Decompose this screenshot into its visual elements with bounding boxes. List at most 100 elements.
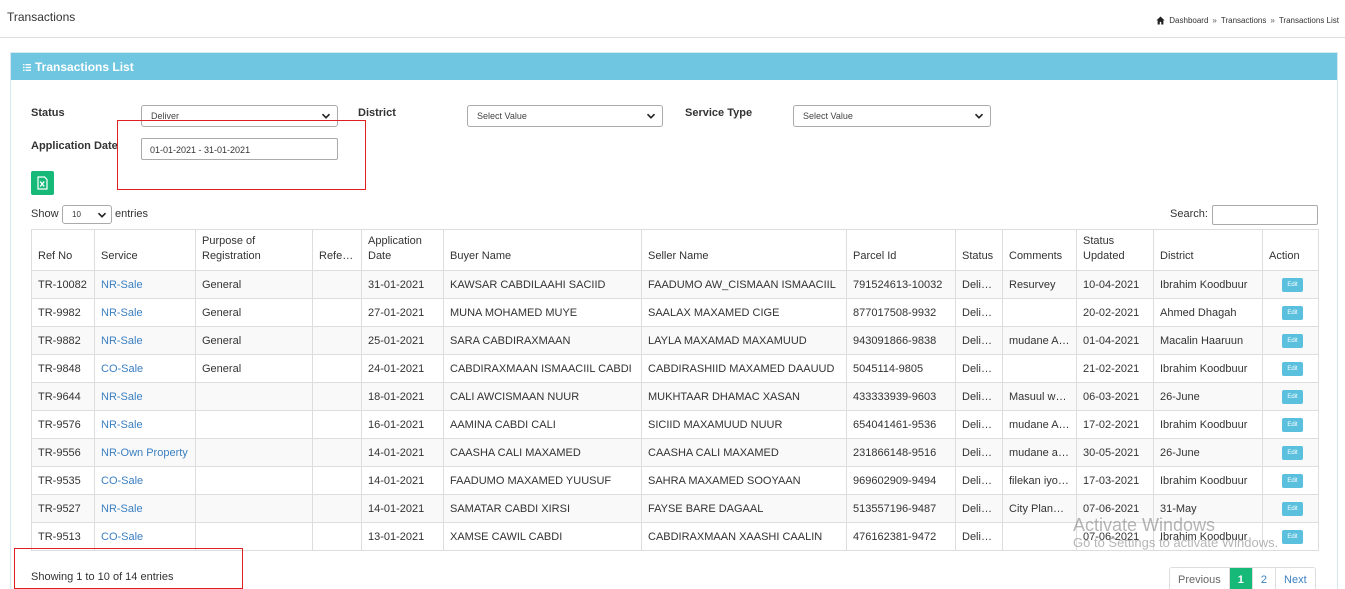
column-header-purpose[interactable]: Purpose of Registration <box>195 229 313 271</box>
service-link[interactable]: NR-Sale <box>101 419 143 431</box>
cell-service: CO-Sale <box>94 522 196 551</box>
cell-action: Edit <box>1262 494 1319 523</box>
cell-application-date: 14-01-2021 <box>361 494 444 523</box>
cell-comments: filekan iyo ... <box>1002 466 1077 495</box>
service-link[interactable]: NR-Sale <box>101 307 143 319</box>
edit-button[interactable]: Edit <box>1282 474 1303 488</box>
cell-ref-no: TR-9882 <box>31 326 95 355</box>
table-row: TR-9535 CO-Sale 14-01-2021 FAADUMO MAXAMED … <box>31 466 1319 495</box>
cell-status-updated: 07-06-2021 <box>1076 522 1154 551</box>
cell-parcel-id: 5045114-9805 <box>846 354 956 383</box>
column-header-status-updated[interactable]: Status Updated <box>1076 229 1154 271</box>
cell-buyer-name: SARA CABDIRAXMAAN <box>443 326 642 355</box>
breadcrumb-transactions-list: Transactions List <box>1278 16 1339 25</box>
table-row: TR-9556 NR-Own Property 14-01-2021 CAASHA C… <box>31 438 1319 467</box>
cell-seller-name: CAASHA CALI MAXAMED <box>641 438 847 467</box>
cell-comments <box>1002 298 1077 327</box>
pagination-next[interactable]: Next <box>1276 568 1315 589</box>
entries-per-page-select[interactable]: 10 <box>62 205 112 224</box>
column-header-service[interactable]: Service <box>94 229 196 271</box>
cell-comments: mudane Ag... <box>1002 410 1077 439</box>
cell-action: Edit <box>1262 438 1319 467</box>
column-header-parcel-id[interactable]: Parcel Id <box>846 229 956 271</box>
cell-referral <box>312 438 362 467</box>
cell-ref-no: TR-9576 <box>31 410 95 439</box>
edit-button[interactable]: Edit <box>1282 446 1303 460</box>
cell-buyer-name: FAADUMO MAXAMED YUUSUF <box>443 466 642 495</box>
edit-button[interactable]: Edit <box>1282 334 1303 348</box>
breadcrumb-transactions[interactable]: Transactions <box>1221 16 1267 25</box>
service-type-select[interactable]: Select Value <box>793 105 991 127</box>
column-header-status[interactable]: Status <box>955 229 1003 271</box>
service-link[interactable]: CO-Sale <box>101 363 143 375</box>
cell-district: Ibrahim Koodbuur <box>1153 270 1263 299</box>
column-header-district[interactable]: District <box>1153 229 1263 271</box>
cell-seller-name: SAHRA MAXAMED SOOYAAN <box>641 466 847 495</box>
service-link[interactable]: CO-Sale <box>101 531 143 543</box>
cell-service: NR-Own Property <box>94 438 196 467</box>
service-link[interactable]: NR-Sale <box>101 335 143 347</box>
search-input[interactable] <box>1212 205 1318 225</box>
column-header-ref-no[interactable]: Ref No <box>31 229 95 271</box>
edit-button[interactable]: Edit <box>1282 502 1303 516</box>
breadcrumb-separator: » <box>1212 16 1217 25</box>
chevron-down-icon <box>646 113 656 119</box>
cell-service: CO-Sale <box>94 466 196 495</box>
district-select[interactable]: Select Value <box>467 105 663 127</box>
cell-district: Macalin Haaruun <box>1153 326 1263 355</box>
cell-district: 26-June <box>1153 438 1263 467</box>
cell-buyer-name: SAMATAR CABDI XIRSI <box>443 494 642 523</box>
cell-referral <box>312 270 362 299</box>
cell-status-updated: 06-03-2021 <box>1076 382 1154 411</box>
service-type-label: Service Type <box>685 107 753 119</box>
cell-purpose: General <box>195 298 313 327</box>
cell-district: Ibrahim Koodbuur <box>1153 522 1263 551</box>
table-row: TR-9848 CO-Sale General 24-01-2021 CABDIRAXM… <box>31 354 1319 383</box>
cell-service: NR-Sale <box>94 270 196 299</box>
column-header-application-date[interactable]: Application Date <box>361 229 444 271</box>
cell-purpose <box>195 438 313 467</box>
edit-button[interactable]: Edit <box>1282 278 1303 292</box>
cell-status: Deliver <box>955 382 1003 411</box>
edit-button[interactable]: Edit <box>1282 390 1303 404</box>
column-header-action[interactable]: Action <box>1262 229 1319 271</box>
column-header-comments[interactable]: Comments <box>1002 229 1077 271</box>
edit-button[interactable]: Edit <box>1282 306 1303 320</box>
table-row: TR-9527 NR-Sale 14-01-2021 SAMATAR CABDI XI… <box>31 494 1319 523</box>
district-select-value: Select Value <box>477 111 527 121</box>
cell-seller-name: LAYLA MAXAMAD MAXAMUUD <box>641 326 847 355</box>
cell-district: Ibrahim Koodbuur <box>1153 466 1263 495</box>
cell-application-date: 16-01-2021 <box>361 410 444 439</box>
cell-action: Edit <box>1262 298 1319 327</box>
cell-comments <box>1002 354 1077 383</box>
service-link[interactable]: NR-Sale <box>101 279 143 291</box>
cell-referral <box>312 326 362 355</box>
cell-ref-no: TR-9535 <box>31 466 95 495</box>
pagination-page-1[interactable]: 1 <box>1229 568 1253 589</box>
service-link[interactable]: CO-Sale <box>101 475 143 487</box>
table-row: TR-9882 NR-Sale General 25-01-2021 SARA CABD… <box>31 326 1319 355</box>
pagination-page-2[interactable]: 2 <box>1252 568 1277 589</box>
edit-button[interactable]: Edit <box>1282 418 1303 432</box>
cell-application-date: 27-01-2021 <box>361 298 444 327</box>
service-link[interactable]: NR-Own Property <box>101 447 188 459</box>
cell-seller-name: CABDIRAXMAAN XAASHI CAALIN <box>641 522 847 551</box>
cell-purpose: General <box>195 354 313 383</box>
edit-button[interactable]: Edit <box>1282 530 1303 544</box>
breadcrumb-dashboard[interactable]: Dashboard <box>1169 16 1208 25</box>
search-label: Search: <box>1170 208 1208 220</box>
cell-purpose <box>195 494 313 523</box>
column-header-referral[interactable]: Referral <box>312 229 362 271</box>
export-excel-button[interactable] <box>31 171 54 195</box>
service-link[interactable]: NR-Sale <box>101 391 143 403</box>
cell-ref-no: TR-9644 <box>31 382 95 411</box>
service-link[interactable]: NR-Sale <box>101 503 143 515</box>
column-header-buyer-name[interactable]: Buyer Name <box>443 229 642 271</box>
edit-button[interactable]: Edit <box>1282 362 1303 376</box>
cell-ref-no: TR-9848 <box>31 354 95 383</box>
card-title: Transactions List <box>35 60 134 74</box>
column-header-seller-name[interactable]: Seller Name <box>641 229 847 271</box>
table-row: TR-9644 NR-Sale 18-01-2021 CALI AWCISMAAN N… <box>31 382 1319 411</box>
cell-parcel-id: 231866148-9516 <box>846 438 956 467</box>
pagination-previous[interactable]: Previous <box>1170 568 1230 589</box>
